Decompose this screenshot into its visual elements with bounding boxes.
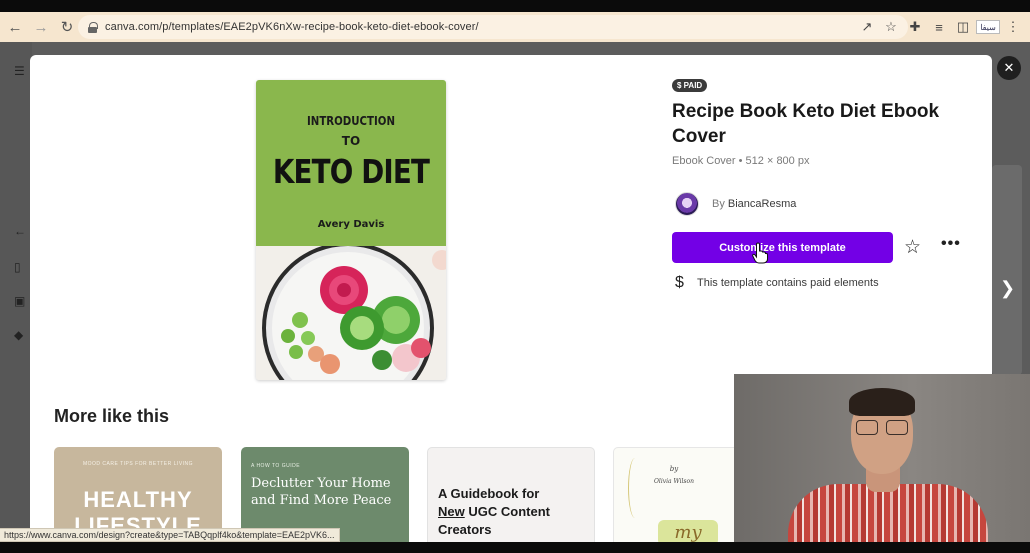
menu-dots-icon[interactable]: ⋮ [1002, 16, 1024, 38]
page-icon: ▯ [14, 260, 21, 274]
hamburger-icon: ☰ [14, 64, 25, 78]
author-link[interactable]: BiancaResma [728, 198, 796, 210]
cover-to-text: TO [341, 134, 361, 148]
related-template-card[interactable]: A Guidebook for New UGC Content Creators [427, 447, 595, 553]
author-avatar[interactable] [675, 192, 699, 216]
card-title-pre: A Guidebook for [438, 486, 540, 501]
hand-cursor-icon [752, 242, 768, 264]
reload-icon[interactable]: ↻ [56, 16, 78, 38]
side-panel-icon[interactable]: ◫ [952, 16, 974, 38]
cover-author-text: Avery Davis [317, 219, 385, 230]
share-icon[interactable]: ↗ [856, 16, 878, 38]
paid-badge: $ PAID [672, 79, 708, 92]
favorite-star-icon[interactable]: ☆ [904, 236, 921, 259]
close-icon[interactable]: ✕ [997, 56, 1021, 80]
address-bar[interactable]: canva.com/p/templates/EAE2pVK6nXw-recipe… [78, 15, 908, 39]
cover-intro-text: INTRODUCTION [306, 114, 396, 128]
card-kicker: MOOD CARE TIPS FOR BETTER LIVING [82, 461, 194, 467]
forward-icon[interactable]: → [30, 16, 52, 38]
card-title-line1: HEALTHY [83, 487, 193, 512]
card-title-underlined: New [438, 504, 465, 519]
image-icon: ▣ [14, 294, 26, 308]
more-like-this-heading: More like this [54, 406, 170, 426]
back-arrow-icon: ← [14, 224, 26, 238]
more-options-icon[interactable]: ••• [941, 235, 961, 253]
bottom-letterbox [0, 542, 1030, 553]
webcam-overlay [734, 374, 1030, 553]
next-template-icon[interactable]: ❯ [1000, 278, 1015, 299]
screen: ← → ↻ canva.com/p/templates/EAE2pVK6nXw-… [0, 0, 1030, 553]
back-icon[interactable]: ← [4, 16, 26, 38]
paid-elements-note: This template contains paid elements [697, 277, 879, 289]
card-title: Declutter Your Home and Find More Peace [251, 476, 392, 508]
background-sidebar: ☰ ← ▯ ▣ ◆ [0, 42, 32, 553]
cover-food-photo [256, 242, 446, 380]
customize-template-button[interactable]: Customize this template [672, 232, 893, 263]
cover-header: INTRODUCTION TO KETO DIET Avery Davis [256, 80, 446, 246]
link-status-bar: https://www.canva.com/design?create&type… [0, 528, 340, 542]
salad-bowl-image [256, 242, 446, 380]
template-title: Recipe Book Keto Diet Ebook Cover [672, 101, 940, 147]
by-label: By [712, 198, 725, 210]
author-byline: By BiancaResma [712, 198, 796, 210]
browser-toolbar: ← → ↻ canva.com/p/templates/EAE2pVK6nXw-… [0, 12, 1030, 42]
dollar-icon: $ [675, 274, 684, 291]
lock-icon [88, 22, 98, 33]
top-letterbox [0, 0, 1030, 12]
template-dimensions: Ebook Cover • 512 × 800 px [672, 155, 810, 167]
background-next-card [992, 165, 1022, 375]
presenter-hair [849, 388, 915, 416]
card-author-name: Olivia Wilson [653, 478, 694, 485]
cover-title-text: KETO DIET [272, 152, 430, 191]
reading-list-icon[interactable]: ≡ [928, 16, 950, 38]
elements-icon: ◆ [14, 328, 24, 342]
url-text[interactable]: canva.com/p/templates/EAE2pVK6nXw-recipe… [105, 21, 479, 33]
presenter-glasses [856, 420, 908, 435]
card-by: by [669, 465, 679, 473]
extensions-icon[interactable]: ✚ [904, 16, 926, 38]
browser-actions: ↗ ☆ ✚ ≡ ◫ سيفا ⋮ [856, 12, 1030, 42]
bookmark-star-icon[interactable]: ☆ [880, 16, 902, 38]
template-preview[interactable]: INTRODUCTION TO KETO DIET Avery Davis [256, 80, 446, 380]
profile-badge[interactable]: سيفا [976, 20, 1000, 34]
card-kicker: A HOW TO GUIDE [251, 463, 301, 469]
card-title: A Guidebook for New UGC Content Creators [438, 485, 588, 539]
